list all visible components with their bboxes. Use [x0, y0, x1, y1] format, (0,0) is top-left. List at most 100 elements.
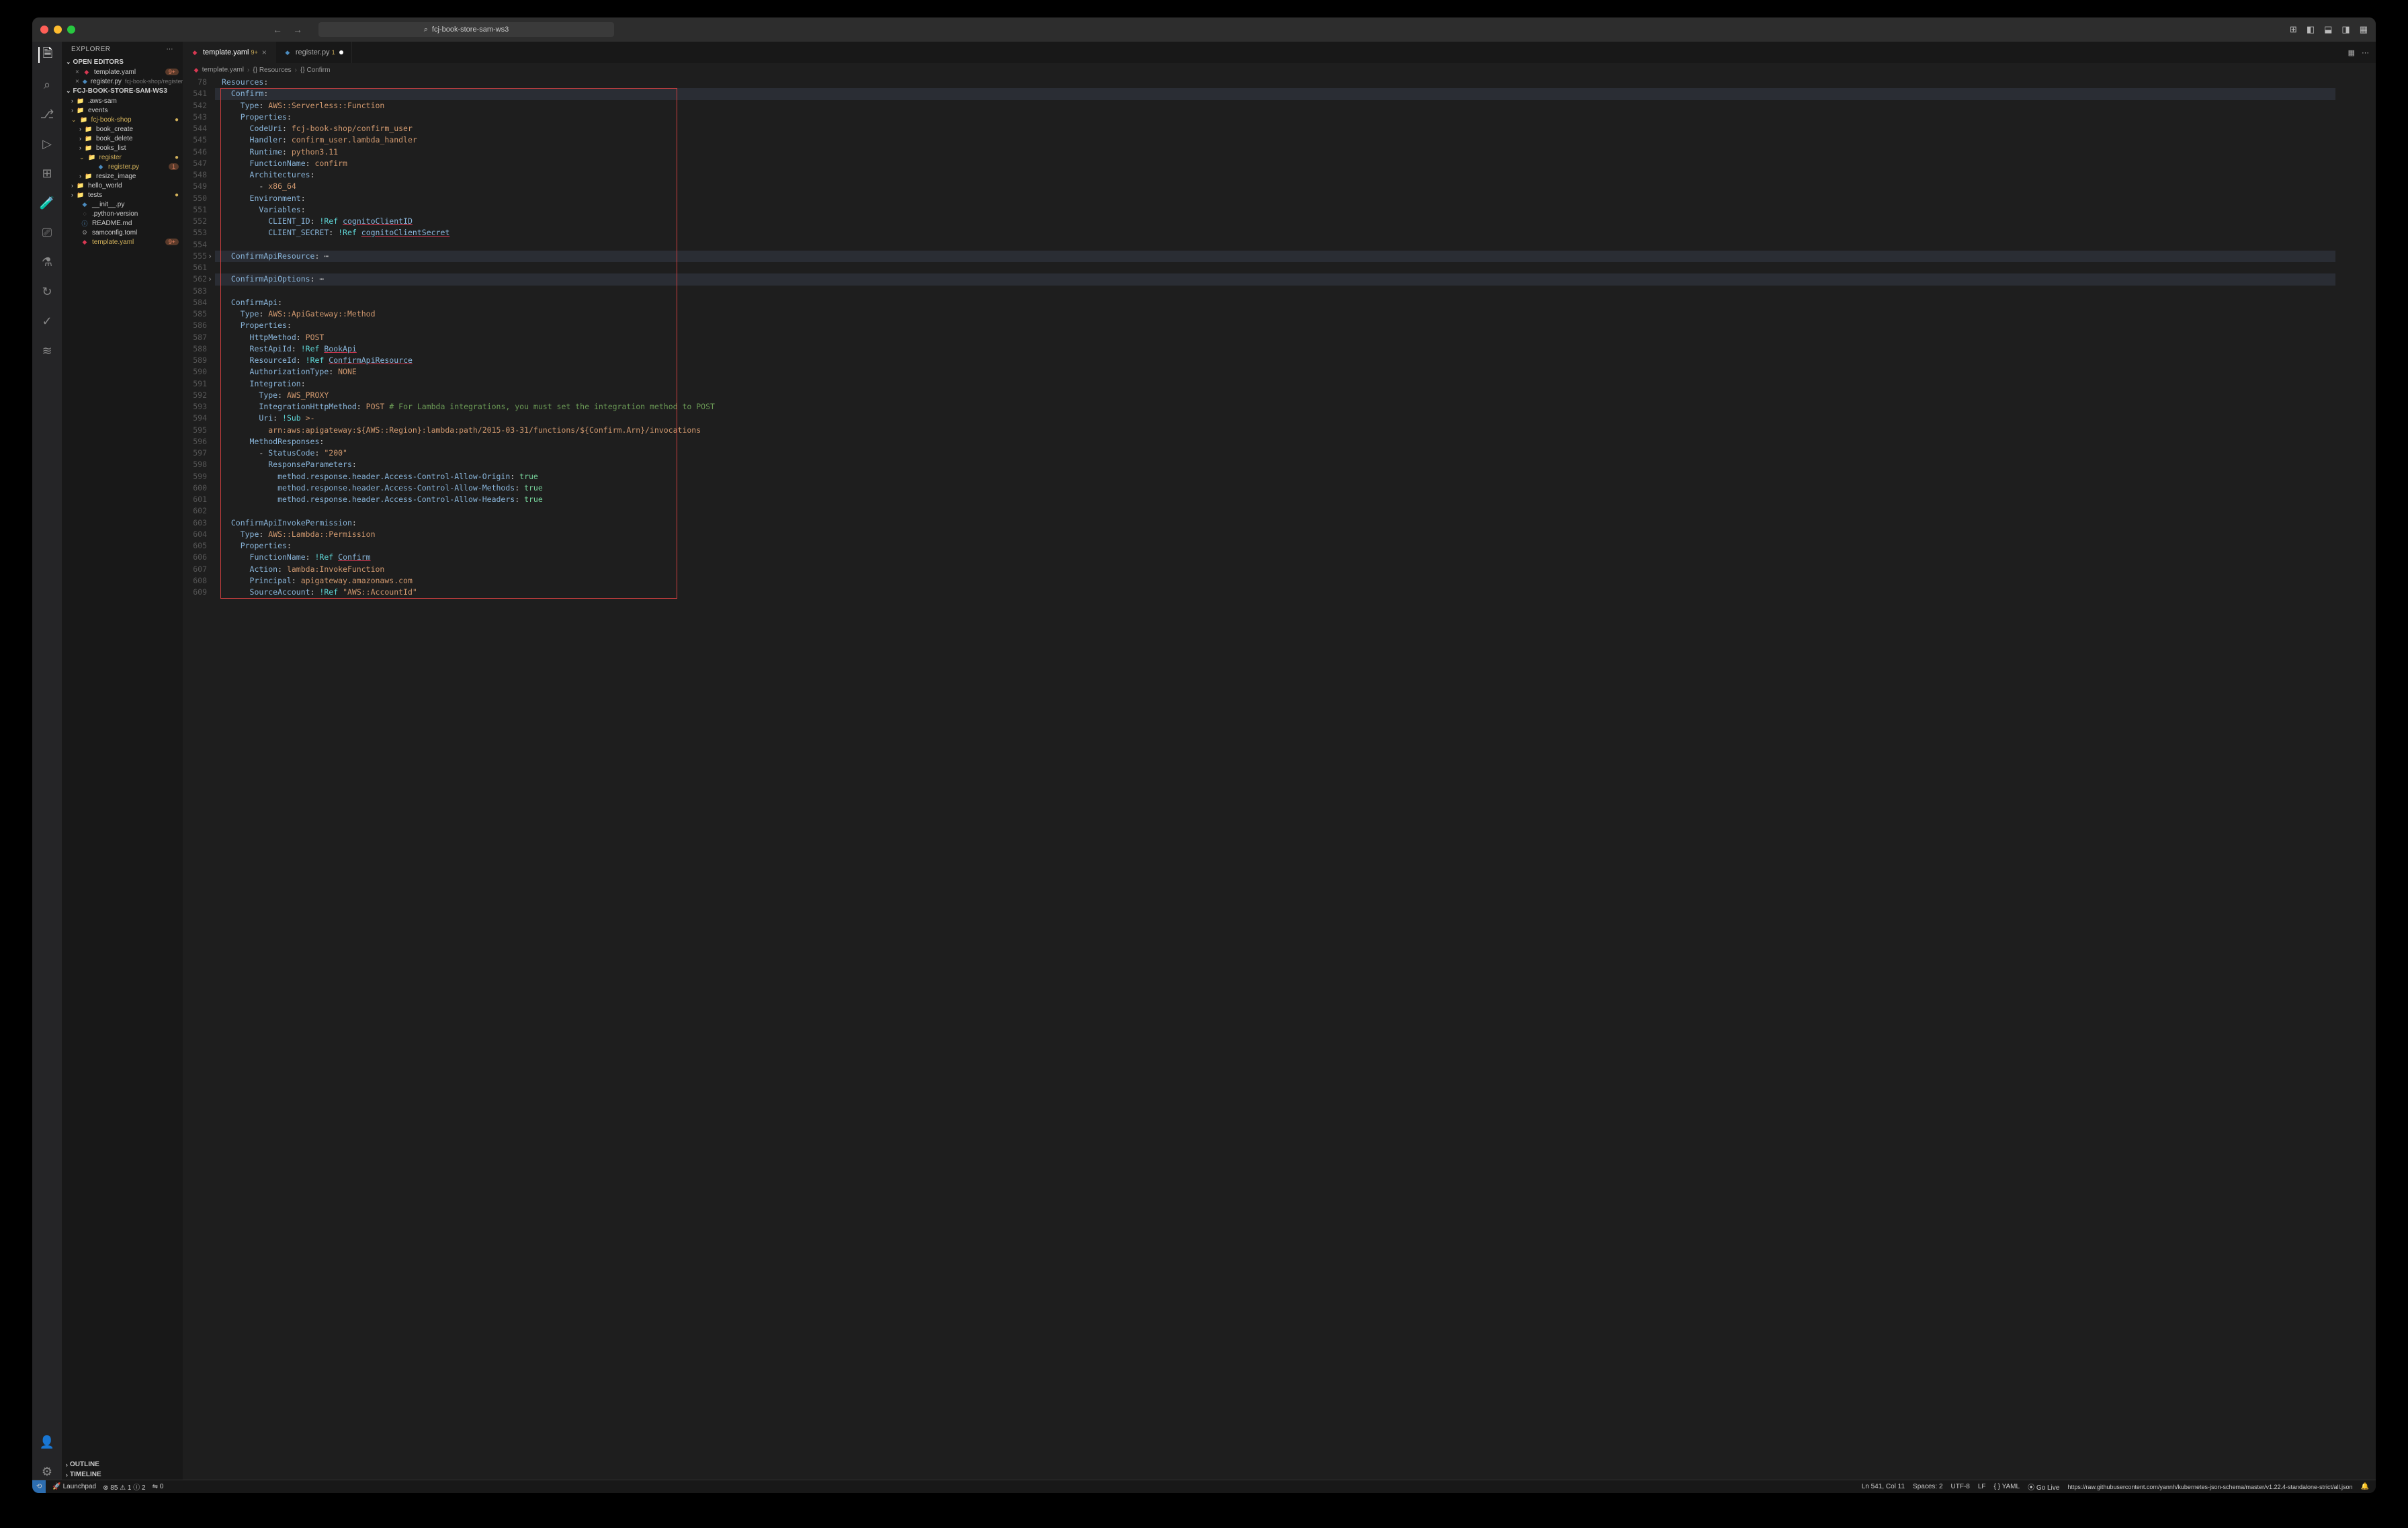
code-line[interactable]: ConfirmApiOptions: ⋯: [215, 273, 2335, 285]
nav-back[interactable]: ←: [269, 23, 286, 36]
minimize-window[interactable]: [54, 26, 62, 34]
testing-icon[interactable]: 🧪: [39, 195, 55, 211]
check-icon[interactable]: ✓: [39, 313, 55, 329]
layout-left-icon[interactable]: ◧: [2307, 24, 2315, 35]
tree-item[interactable]: ›📁book_create: [62, 124, 183, 134]
breadcrumb-item[interactable]: ◆ template.yaml: [192, 66, 244, 74]
code-line[interactable]: IntegrationHttpMethod: POST # For Lambda…: [215, 401, 2335, 413]
code-line[interactable]: ConfirmApiInvokePermission:: [215, 517, 2335, 529]
sync-icon[interactable]: ↻: [39, 284, 55, 300]
code-line[interactable]: Type: AWS::Lambda::Permission: [215, 529, 2335, 540]
code-line[interactable]: FunctionName: confirm: [215, 158, 2335, 169]
maximize-window[interactable]: [67, 26, 75, 34]
code-line[interactable]: [215, 505, 2335, 517]
code-line[interactable]: SourceAccount: !Ref "AWS::AccountId": [215, 587, 2335, 598]
code-line[interactable]: Type: AWS::ApiGateway::Method: [215, 308, 2335, 320]
code-line[interactable]: - x86_64: [215, 181, 2335, 192]
code-line[interactable]: AuthorizationType: NONE: [215, 366, 2335, 378]
tree-item[interactable]: ◌.python-version: [62, 209, 183, 218]
schema-status[interactable]: https://raw.githubusercontent.com/yannh/…: [2067, 1484, 2352, 1490]
code-line[interactable]: Uri: !Sub >-: [215, 413, 2335, 424]
code-line[interactable]: Handler: confirm_user.lambda_handler: [215, 134, 2335, 146]
diagnostics-status[interactable]: ⊗ 85 ⚠ 1 ⓘ 2: [103, 1482, 145, 1492]
tab-ellipsis-icon[interactable]: ⋯: [2362, 48, 2369, 57]
code-line[interactable]: arn:aws:apigateway:${AWS::Region}:lambda…: [215, 425, 2335, 436]
remote-indicator[interactable]: ⟲: [32, 1480, 46, 1494]
indent-status[interactable]: Spaces: 2: [1913, 1483, 1942, 1490]
minimap[interactable]: [2335, 77, 2376, 1480]
code-line[interactable]: CLIENT_SECRET: !Ref cognitoClientSecret: [215, 227, 2335, 239]
layout-right-icon[interactable]: ◨: [2341, 24, 2350, 35]
code-line[interactable]: ConfirmApiResource: ⋯: [215, 251, 2335, 262]
launchpad-status[interactable]: 🚀 Launchpad: [52, 1483, 96, 1490]
code-line[interactable]: Environment:: [215, 193, 2335, 204]
code-line[interactable]: Type: AWS_PROXY: [215, 390, 2335, 401]
code-line[interactable]: method.response.header.Access-Control-Al…: [215, 482, 2335, 494]
breadcrumb-item[interactable]: {} Resources: [253, 67, 291, 74]
code-line[interactable]: - StatusCode: "200": [215, 448, 2335, 459]
more-icon[interactable]: ⋯: [167, 46, 174, 53]
code-line[interactable]: FunctionName: !Ref Confirm: [215, 552, 2335, 563]
copilot-icon[interactable]: ⊞: [2290, 24, 2297, 35]
code-line[interactable]: ResourceId: !Ref ConfirmApiResource: [215, 355, 2335, 366]
extensions-icon[interactable]: ⊞: [39, 165, 55, 181]
remote-icon[interactable]: ⎚: [39, 224, 55, 241]
tree-item[interactable]: ⌄📁register●: [62, 153, 183, 162]
cursor-position[interactable]: Ln 541, Col 11: [1862, 1483, 1905, 1490]
tree-item[interactable]: ◆template.yaml9+: [62, 237, 183, 247]
encoding-status[interactable]: UTF-8: [1951, 1483, 1970, 1490]
python-icon[interactable]: ≋: [39, 343, 55, 359]
eol-status[interactable]: LF: [1978, 1483, 1986, 1490]
tree-item[interactable]: ⌄📁fcj-book-shop●: [62, 115, 183, 124]
code-line[interactable]: Type: AWS::Serverless::Function: [215, 100, 2335, 112]
run-debug-icon[interactable]: ▷: [39, 136, 55, 152]
code-line[interactable]: CodeUri: fcj-book-shop/confirm_user: [215, 123, 2335, 134]
open-editor-item[interactable]: ×◆register.pyfcj-book-shop/register1: [62, 77, 183, 86]
outline-section[interactable]: ›OUTLINE: [62, 1459, 183, 1470]
tree-item[interactable]: ›📁books_list: [62, 143, 183, 153]
settings-icon[interactable]: ⚙: [39, 1463, 55, 1480]
code-line[interactable]: MethodResponses:: [215, 436, 2335, 448]
code-editor[interactable]: 7854154254354454554654754854955055155255…: [183, 77, 2376, 1480]
ports-status[interactable]: ⇋ 0: [153, 1483, 164, 1490]
code-line[interactable]: Architectures:: [215, 169, 2335, 181]
code-line[interactable]: [215, 262, 2335, 273]
tree-item[interactable]: ⚙samconfig.toml: [62, 228, 183, 237]
golive-status[interactable]: ⦿ Go Live: [2028, 1482, 2059, 1492]
close-window[interactable]: [40, 26, 48, 34]
tree-item[interactable]: ›📁resize_image: [62, 171, 183, 181]
code-line[interactable]: ConfirmApi:: [215, 297, 2335, 308]
code-line[interactable]: method.response.header.Access-Control-Al…: [215, 471, 2335, 482]
code-line[interactable]: HttpMethod: POST: [215, 332, 2335, 343]
breadcrumb-item[interactable]: {} Confirm: [300, 67, 330, 74]
code-line[interactable]: Action: lambda:InvokeFunction: [215, 564, 2335, 575]
tab-more-icon[interactable]: ▦: [2348, 48, 2355, 57]
code-line[interactable]: method.response.header.Access-Control-Al…: [215, 494, 2335, 505]
code-line[interactable]: ResponseParameters:: [215, 459, 2335, 470]
tree-item[interactable]: ›📁events: [62, 105, 183, 115]
layout-full-icon[interactable]: ▦: [2360, 24, 2368, 35]
open-editors-section[interactable]: ⌄OPEN EDITORS: [62, 57, 183, 67]
code-line[interactable]: Properties:: [215, 540, 2335, 552]
editor-tab[interactable]: ◆register.py 1: [275, 42, 352, 63]
tree-item[interactable]: ›📁tests●: [62, 190, 183, 200]
search-icon[interactable]: ⌕: [39, 77, 55, 93]
code-line[interactable]: [215, 239, 2335, 251]
code-line[interactable]: Runtime: python3.11: [215, 146, 2335, 158]
language-status[interactable]: { } YAML: [1994, 1483, 2020, 1490]
code-line[interactable]: Resources:: [215, 77, 2335, 88]
tree-item[interactable]: ◆__init__.py: [62, 200, 183, 209]
tree-item[interactable]: ›📁hello_world: [62, 181, 183, 190]
tree-item[interactable]: ›📁.aws-sam: [62, 96, 183, 105]
layout-bottom-icon[interactable]: ⬓: [2324, 24, 2332, 35]
code-line[interactable]: Properties:: [215, 320, 2335, 331]
tree-item[interactable]: ◆register.py1: [62, 162, 183, 171]
code-line[interactable]: Properties:: [215, 112, 2335, 123]
code-line[interactable]: Confirm:: [215, 88, 2335, 99]
source-control-icon[interactable]: ⎇: [39, 106, 55, 122]
explorer-icon[interactable]: 🗎: [38, 47, 54, 63]
project-section[interactable]: ⌄FCJ-BOOK-STORE-SAM-WS3: [62, 86, 183, 96]
tree-item[interactable]: ›📁book_delete: [62, 134, 183, 143]
code-line[interactable]: RestApiId: !Ref BookApi: [215, 343, 2335, 355]
breadcrumb[interactable]: ◆ template.yaml›{} Resources›{} Confirm: [183, 63, 2376, 77]
